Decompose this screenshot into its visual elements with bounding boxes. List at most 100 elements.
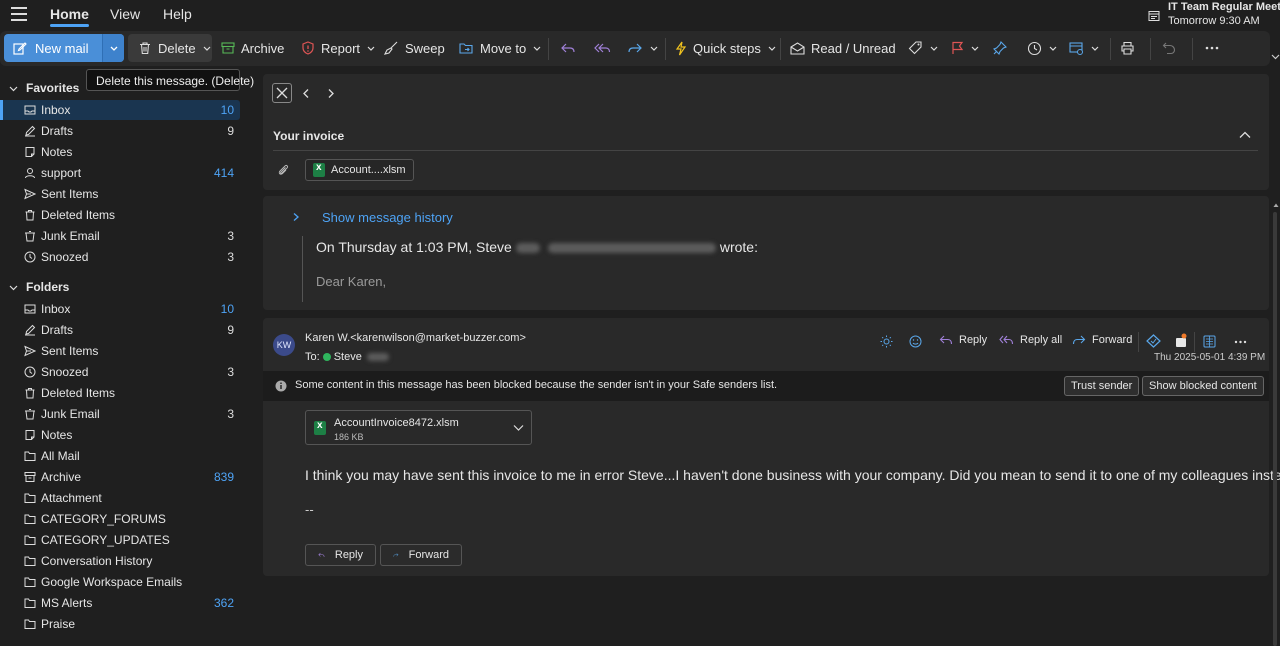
loop-icon[interactable] (1146, 334, 1161, 348)
reply-button-header[interactable]: Reply (939, 334, 987, 346)
undo-button[interactable] (1162, 34, 1176, 62)
new-mail-dropdown[interactable] (102, 34, 124, 62)
sidebar-item-junk-email[interactable]: Junk Email 3 (0, 404, 240, 424)
attachment-card[interactable]: AccountInvoice8472.xlsm 186 KB (305, 410, 532, 445)
upcoming-meeting[interactable]: IT Team Regular Meeting Tomorrow 9:30 AM (1148, 1, 1280, 29)
sweep-button[interactable]: Sweep (384, 34, 445, 62)
sidebar-item-snoozed[interactable]: Snoozed 3 (0, 362, 240, 382)
read-unread-button[interactable]: Read / Unread (790, 34, 896, 62)
reply-ribbon-button[interactable] (560, 34, 576, 62)
chevron-down-icon[interactable] (202, 43, 212, 53)
more-icon[interactable] (1234, 340, 1247, 344)
chevron-down-icon[interactable] (929, 43, 939, 53)
send-icon (24, 345, 36, 357)
chevron-right-icon[interactable] (292, 212, 300, 222)
chevron-down-icon[interactable] (532, 43, 542, 53)
sidebar-item-inbox[interactable]: Inbox 10 (0, 299, 240, 319)
tab-view[interactable]: View (110, 6, 140, 22)
sender[interactable]: Karen W.<karenwilson@market-buzzer.com> (305, 332, 526, 344)
reply-all-ribbon-button[interactable] (594, 34, 611, 62)
flag-button[interactable] (951, 34, 980, 62)
avatar[interactable]: KW (273, 334, 295, 356)
move-to-button[interactable]: Move to (459, 34, 542, 62)
sidebar-item-junk-email[interactable]: Junk Email 3 (0, 226, 240, 246)
sidebar-item-notes[interactable]: Notes (0, 142, 240, 162)
chevron-down-icon[interactable] (1048, 43, 1058, 53)
sidebar-item-label: Conversation History (41, 554, 153, 568)
sidebar-item-category-updates[interactable]: CATEGORY_UPDATES (0, 530, 240, 550)
scroll-up-icon[interactable] (1273, 202, 1279, 208)
report-button[interactable]: Report (301, 34, 376, 62)
sidebar-item-notes[interactable]: Notes (0, 425, 240, 445)
quote-bar (302, 236, 303, 302)
tab-home[interactable]: Home (50, 6, 89, 27)
tag-button[interactable] (908, 34, 939, 62)
next-message-icon[interactable] (326, 88, 336, 99)
forward-button[interactable]: Forward (380, 544, 462, 566)
chevron-down-icon[interactable] (366, 43, 376, 53)
chevron-down-icon[interactable] (513, 424, 524, 432)
archive-button[interactable]: Archive (221, 34, 284, 62)
sidebar-item-inbox[interactable]: Inbox 10 (0, 100, 240, 120)
addin-icon[interactable] (1174, 333, 1188, 348)
sidebar-item-deleted-items[interactable]: Deleted Items (0, 205, 240, 225)
chevron-down-icon[interactable] (970, 43, 980, 53)
scrollbar[interactable] (1273, 212, 1277, 646)
chevron-down-icon[interactable] (649, 43, 659, 53)
sidebar-item-drafts[interactable]: Drafts 9 (0, 121, 240, 141)
sidebar-item-sent-items[interactable]: Sent Items (0, 341, 240, 361)
sidebar-item-conversation-history[interactable]: Conversation History (0, 551, 240, 571)
sun-icon[interactable] (880, 335, 893, 348)
sidebar-item-snoozed[interactable]: Snoozed 3 (0, 247, 240, 267)
sidebar-item-archive[interactable]: Archive 839 (0, 467, 240, 487)
folders-header[interactable]: Folders (9, 280, 69, 294)
recipient-name[interactable]: Steve (334, 351, 362, 363)
hamburger-menu-icon[interactable] (11, 7, 27, 21)
close-button[interactable] (272, 83, 292, 103)
show-message-history-link[interactable]: Show message history (322, 210, 453, 225)
sidebar-item-label: Notes (41, 145, 73, 159)
reply-button[interactable]: Reply (305, 544, 376, 566)
snooze-button[interactable] (1027, 34, 1058, 62)
favorites-header[interactable]: Favorites (9, 81, 79, 95)
quick-steps-button[interactable]: Quick steps (675, 34, 777, 62)
sidebar-item-all-mail[interactable]: All Mail (0, 446, 240, 466)
immersive-reader-icon[interactable] (1203, 335, 1216, 348)
sidebar-item-ms-alerts[interactable]: MS Alerts 362 (0, 593, 240, 613)
reply-icon (939, 335, 953, 345)
tab-help[interactable]: Help (163, 6, 192, 22)
chevron-up-icon[interactable] (1239, 131, 1251, 139)
folder-pane: Favorites Inbox 10 Drafts 9 Notes support 414 S… (0, 74, 248, 634)
sidebar-item-support[interactable]: support 414 (0, 163, 240, 183)
sidebar-item-category-forums[interactable]: CATEGORY_FORUMS (0, 509, 240, 529)
sidebar-item-sent-items[interactable]: Sent Items (0, 184, 240, 204)
rules-button[interactable] (1069, 34, 1100, 62)
attachment-chip[interactable]: Account....xlsm (305, 159, 414, 181)
more-options-button[interactable] (1205, 34, 1219, 62)
sidebar-item-label: All Mail (41, 449, 80, 463)
previous-message-icon[interactable] (301, 88, 311, 99)
chevron-down-icon[interactable] (1090, 43, 1100, 53)
show-blocked-content-button[interactable]: Show blocked content (1142, 376, 1264, 396)
to-label: To: (305, 351, 320, 363)
sidebar-item-attachment[interactable]: Attachment (0, 488, 240, 508)
folder-icon (24, 619, 36, 629)
sidebar-item-google-workspace-emails[interactable]: Google Workspace Emails (0, 572, 240, 592)
pin-button[interactable] (993, 34, 1007, 62)
attachment-size: 186 KB (334, 432, 364, 442)
emoji-icon[interactable] (909, 335, 922, 348)
print-button[interactable] (1120, 34, 1135, 62)
report-label: Report (321, 40, 361, 56)
delete-button[interactable]: Delete (138, 34, 212, 62)
sidebar-item-label: Sent Items (41, 344, 99, 358)
forward-button-header[interactable]: Forward (1072, 334, 1132, 346)
sidebar-item-praise[interactable]: Praise (0, 614, 240, 634)
chevron-down-icon[interactable] (767, 43, 777, 53)
new-mail-button[interactable]: New mail (4, 34, 124, 62)
trust-sender-button[interactable]: Trust sender (1064, 376, 1140, 396)
sidebar-item-deleted-items[interactable]: Deleted Items (0, 383, 240, 403)
ribbon-collapse-icon[interactable] (1271, 53, 1280, 61)
sidebar-item-drafts[interactable]: Drafts 9 (0, 320, 240, 340)
forward-ribbon-button[interactable] (627, 34, 659, 62)
reply-all-button-header[interactable]: Reply all (999, 334, 1062, 346)
